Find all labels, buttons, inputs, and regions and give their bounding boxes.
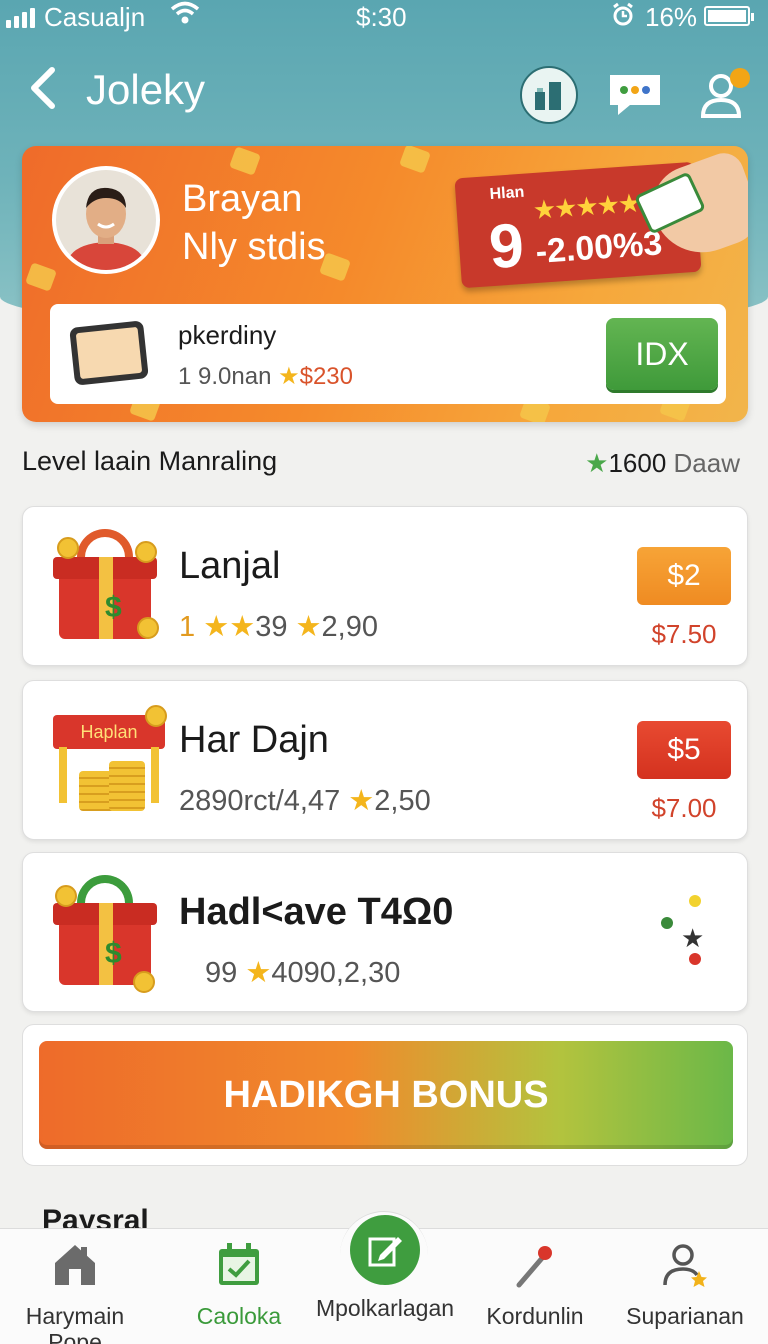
item-meta-b: 4090,2,30 <box>271 957 401 989</box>
tab-label: Mpolkarlagan <box>315 1295 455 1321</box>
item-sub-price: $7.50 <box>651 619 717 649</box>
wifi-icon <box>170 0 200 33</box>
chat-icon <box>610 75 660 115</box>
edit-icon <box>368 1237 402 1267</box>
calendar-check-icon <box>212 1239 266 1291</box>
home-icon <box>48 1239 102 1291</box>
star-icon: ★★ <box>203 611 256 643</box>
avatar[interactable] <box>52 166 160 274</box>
buy-button[interactable]: $2 <box>637 547 731 605</box>
item-meta-b: 2,90 <box>321 611 378 643</box>
offer-row[interactable]: pkerdiny 1 9.0nan ★$230 IDX <box>50 304 726 404</box>
rank-number: 9 <box>486 210 527 283</box>
coin-decoration <box>229 146 261 176</box>
stats-button[interactable] <box>520 66 578 124</box>
green-star-icon: ★ <box>585 448 609 478</box>
gift-box-icon: $ <box>53 875 169 993</box>
rating-stars-icon: ★★★★★ <box>531 187 641 226</box>
tab-edit-label[interactable]: Mpolkarlagan <box>310 1295 460 1321</box>
tab-label: Kordunlin <box>486 1303 584 1329</box>
rank-change: -2.00%3 <box>534 224 664 271</box>
gift-box-icon: $ <box>53 529 169 645</box>
chevron-left-icon <box>31 67 55 109</box>
tab-home[interactable]: Harymain Pope <box>0 1239 150 1344</box>
status-time: $:30 <box>356 2 407 32</box>
star-icon: ★ <box>348 785 375 817</box>
status-bar: Casualjn $:30 16% <box>0 0 768 36</box>
bonus-card: HADIKGH BONUS <box>22 1024 748 1166</box>
tab-label: Suparianan <box>626 1303 744 1329</box>
star-icon: ★ <box>278 363 300 390</box>
bonus-button[interactable]: HADIKGH BONUS <box>39 1041 733 1149</box>
user-star-icon <box>658 1239 712 1291</box>
profile-button[interactable] <box>694 66 752 124</box>
item-meta-text: 2890rct/4,47 <box>179 785 341 817</box>
chat-button[interactable] <box>606 66 664 124</box>
coin-stall-icon: Haplan <box>53 703 169 819</box>
item-sub-price: $7.00 <box>651 793 717 823</box>
item-meta-lead: 1 <box>179 611 196 643</box>
item-title: Lanjal <box>179 545 281 587</box>
buy-button[interactable]: $5 <box>637 721 731 779</box>
item-meta-a: 39 <box>255 611 288 643</box>
list-item[interactable]: $ Hadl<ave T4Ω0 99 ★4090,2,30 ★ <box>22 852 748 1012</box>
notification-badge <box>730 68 750 88</box>
signal-icon <box>6 8 35 28</box>
user-subtitle: Nly stdis <box>182 226 326 268</box>
tab-label: Harymain Pope <box>0 1303 150 1344</box>
battery-icon <box>704 6 754 26</box>
user-name: Brayan <box>182 178 303 220</box>
list-item[interactable]: $ Lanjal 1 ★★39 ★2,90 $2 $7.50 <box>22 506 748 666</box>
rank-label: Hlan <box>489 183 525 204</box>
profile-banner: Brayan Nly stdis Hlan ★★★★★ 9 -2.00%3 pk… <box>22 146 748 422</box>
offer-meta-text: 1 9.0nan <box>178 363 272 390</box>
coin-decoration <box>25 262 57 292</box>
level-score: ★1600 Daaw <box>585 448 740 479</box>
tab-label-line1: Harymain <box>25 1303 125 1329</box>
offer-title: pkerdiny <box>178 320 277 350</box>
item-meta: 2890rct/4,47 ★2,50 <box>179 783 431 818</box>
stats-icon <box>535 82 561 110</box>
carrier-name: Casualjn <box>44 2 146 32</box>
bottom-tab-bar: Harymain Pope Caoloka Mpolkarlagan Kordun… <box>0 1211 768 1344</box>
offer-price: $230 <box>299 363 353 390</box>
tab-pin[interactable]: Kordunlin <box>460 1239 610 1329</box>
tab-profile[interactable]: Suparianan <box>610 1239 760 1329</box>
level-score-value: 1600 <box>608 448 667 478</box>
item-meta: 1 ★★39 ★2,90 <box>179 609 378 644</box>
level-score-unit: Daaw <box>673 448 740 478</box>
offer-meta: 1 9.0nan ★$230 <box>178 362 353 391</box>
tab-label-line2: Pope <box>48 1329 102 1344</box>
edit-button[interactable] <box>350 1215 420 1285</box>
page-title: Joleky <box>86 66 206 113</box>
item-meta-b: 2,50 <box>374 785 431 817</box>
idx-button[interactable]: IDX <box>606 318 718 390</box>
coin-decoration <box>399 146 431 174</box>
alarm-icon <box>610 2 636 35</box>
tab-calendar[interactable]: Caoloka <box>164 1239 314 1329</box>
level-label: Level laain Manraling <box>22 446 278 476</box>
item-title: Har Dajn <box>179 719 329 761</box>
back-button[interactable] <box>26 64 66 114</box>
star-icon: ★ <box>295 611 322 643</box>
star-icon: ★ <box>245 957 272 989</box>
tablet-icon <box>69 320 149 386</box>
battery-percent: 16% <box>645 2 698 32</box>
list-item[interactable]: Haplan Har Dajn 2890rct/4,47 ★2,50 $5 $7… <box>22 680 748 840</box>
level-row: Level laain Manraling ★1600 Daaw <box>22 444 740 480</box>
item-meta-lead: 99 <box>205 957 238 989</box>
more-options-icon[interactable]: ★ <box>659 889 709 969</box>
tab-label: Caoloka <box>196 1303 282 1329</box>
item-meta: 99 ★4090,2,30 <box>205 955 400 990</box>
nav-bar: Joleky <box>0 52 768 132</box>
pin-icon <box>508 1239 562 1291</box>
item-title: Hadl<ave T4Ω0 <box>179 891 454 933</box>
